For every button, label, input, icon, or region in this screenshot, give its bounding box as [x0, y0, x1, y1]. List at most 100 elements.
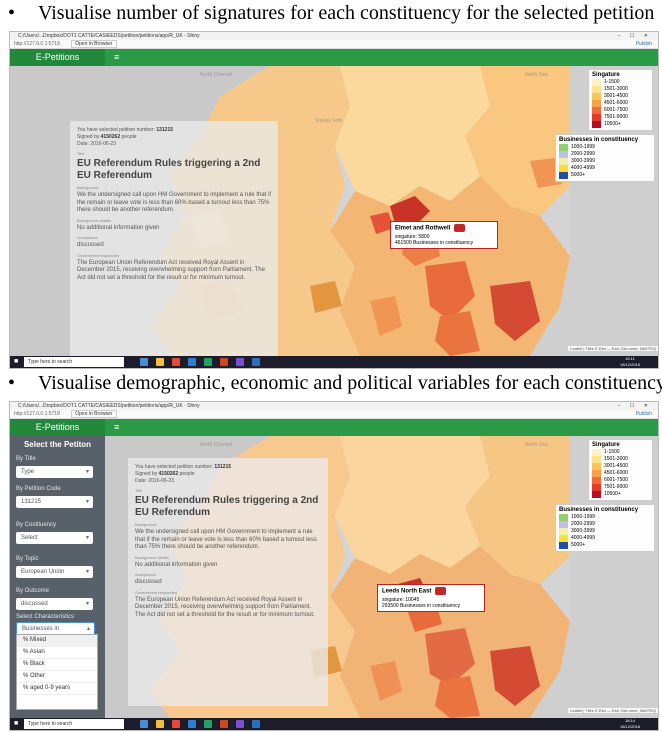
- app-brand[interactable]: E-Petitions: [10, 49, 105, 66]
- window-title: C:/Users/...Dropbox/DOT1 CATTE/CAS/EEDS/…: [18, 403, 200, 409]
- by-code-select[interactable]: 131215 ▾: [16, 496, 93, 508]
- background-tag: Background: [77, 185, 99, 190]
- petition-background: We the undersigned call upon HM Governme…: [135, 529, 317, 550]
- details-tag: Background details: [135, 554, 170, 560]
- window-controls[interactable]: – ☐ ✕: [618, 32, 652, 40]
- rstudio-icon[interactable]: [252, 358, 260, 366]
- sidebar-panel: Select the Petiton By Title Type ▾ By Pet…: [10, 436, 105, 718]
- bullet-text: Visualise number of signatures for each …: [38, 2, 655, 24]
- legend-swatch: [592, 114, 601, 121]
- rstudio-icon[interactable]: [252, 720, 260, 728]
- popup-businesses: 293500 Businesses in constituency: [382, 603, 461, 609]
- windows-start-icon[interactable]: ■: [14, 358, 22, 366]
- popup-header: Elmet and Rothwell: [395, 224, 493, 232]
- powerpoint-icon[interactable]: [220, 720, 228, 728]
- legend-row: 5000+: [559, 542, 651, 549]
- powerpoint-icon[interactable]: [220, 358, 228, 366]
- by-outcome-select[interactable]: discussed ▾: [16, 598, 93, 610]
- outcome-tag: Acceptance: [77, 235, 98, 240]
- by-outcome-label: By Outcome: [16, 588, 50, 594]
- dropdown-option[interactable]: % Asian: [17, 647, 97, 659]
- folder-icon[interactable]: [156, 720, 164, 728]
- taskbar-clock: 18:11 18/12/2018: [619, 356, 640, 367]
- legend-row: 6001-7500: [592, 477, 649, 484]
- app-icon[interactable]: [236, 358, 244, 366]
- title-tag: Title: [77, 151, 85, 156]
- response-tag: Government responded: [135, 589, 178, 595]
- popup-name: Leeds North East: [382, 588, 432, 595]
- dropdown-option[interactable]: % Mixed: [17, 635, 97, 647]
- legend-row: 7501-9000: [592, 484, 649, 491]
- by-constituency-select[interactable]: Select ▾: [16, 532, 93, 544]
- rstudio-title-bar: C:/Users/...Dropbox/DOT1 CATTE/CAS/EEDS/…: [10, 402, 658, 410]
- selected-line: You have selected petition number: 13121…: [135, 464, 232, 470]
- by-topic-select[interactable]: European Union ▾: [16, 566, 93, 578]
- legend-swatch: [592, 491, 601, 498]
- window-controls[interactable]: – ☐ ✕: [618, 402, 652, 410]
- legend-row: 3000-3999: [559, 158, 651, 165]
- legend-row: 4501-6000: [592, 100, 649, 107]
- map-attribution[interactable]: Leaflet | Tiles © Esri — Esri, DeLorme, …: [568, 346, 658, 351]
- background-tag: Background: [135, 522, 157, 527]
- dropdown-option[interactable]: % aged 0-9 years: [17, 683, 97, 695]
- excel-icon[interactable]: [204, 358, 212, 366]
- taskbar-search-input[interactable]: Type here to search: [24, 719, 124, 729]
- chrome-icon[interactable]: [172, 358, 180, 366]
- legend-row: 1000-1999: [559, 514, 651, 521]
- by-title-select[interactable]: Type ▾: [16, 466, 93, 478]
- word-icon[interactable]: [188, 358, 196, 366]
- word-icon[interactable]: [188, 720, 196, 728]
- menu-toggle-icon[interactable]: ≡: [114, 49, 119, 66]
- petition-outcome: discussed: [135, 579, 162, 585]
- map-attribution[interactable]: Leaflet | Tiles © Esri — Esri, DeLorme, …: [568, 708, 658, 713]
- legend-swatch: [559, 535, 568, 542]
- open-in-browser-button[interactable]: Open in Browser: [71, 40, 117, 48]
- taskbar-search-input[interactable]: Type here to search: [24, 357, 124, 367]
- signature-legend: Singature 1-1500 1501-3000 3001-4500 450…: [588, 439, 653, 501]
- flag-icon: [435, 587, 447, 595]
- legend-swatch: [592, 449, 601, 456]
- dropdown-option[interactable]: % Other: [17, 671, 97, 683]
- chrome-icon[interactable]: [172, 720, 180, 728]
- windows-start-icon[interactable]: ■: [14, 720, 22, 728]
- edge-icon[interactable]: [140, 720, 148, 728]
- legend-swatch: [559, 144, 568, 151]
- map-label: North Channel: [200, 72, 233, 78]
- app-icon[interactable]: [236, 720, 244, 728]
- excel-icon[interactable]: [204, 720, 212, 728]
- open-in-browser-button[interactable]: Open in Browser: [71, 410, 117, 418]
- bullet-item-signatures: • Visualise number of signatures for eac…: [0, 2, 662, 28]
- legend-swatch: [592, 456, 601, 463]
- legend-swatch: [559, 542, 568, 549]
- legend-row: 4000-4999: [559, 165, 651, 172]
- by-constituency-label: By Costituency: [16, 522, 57, 528]
- response-tag: Government responded: [77, 252, 120, 258]
- folder-icon[interactable]: [156, 358, 164, 366]
- legend-title: Businesses in constituency: [559, 137, 639, 143]
- publish-button[interactable]: Publish: [636, 40, 652, 48]
- legend-row: 10500+: [592, 491, 649, 498]
- legend-swatch: [559, 172, 568, 179]
- edge-icon[interactable]: [140, 358, 148, 366]
- by-title-label: By Title: [16, 456, 36, 462]
- legend-row: 4000-4999: [559, 535, 651, 542]
- legend-row: 7501-9000: [592, 114, 649, 121]
- legend-title: Singature: [592, 442, 620, 448]
- publish-button[interactable]: Publish: [636, 410, 652, 418]
- legend-swatch: [559, 514, 568, 521]
- legend-row: 2000-2999: [559, 521, 651, 528]
- by-topic-label: By Topic: [16, 556, 39, 562]
- bullet-item-demographics: • Visualise demographic, economic and po…: [0, 372, 662, 398]
- legend-row: 3001-4500: [592, 93, 649, 100]
- petition-response: The European Union Referendum Act receiv…: [135, 596, 315, 618]
- legend-row: 3000-3999: [559, 528, 651, 535]
- dropdown-option[interactable]: % Black: [17, 659, 97, 671]
- constituency-map[interactable]: North Channel North Sea Solway Firth You…: [10, 66, 658, 368]
- menu-toggle-icon[interactable]: ≡: [114, 419, 119, 436]
- petition-info-panel: You have selected petition number: 13121…: [128, 458, 328, 706]
- window-title: C:/Users/...Dropbox/DOT1 CATTE/CAS/EEDS/…: [18, 33, 200, 39]
- petition-response: The European Union Referendum Act receiv…: [77, 259, 265, 281]
- app-brand[interactable]: E-Petitions: [10, 419, 105, 436]
- constituency-map[interactable]: North Channel North Sea You have selecte…: [10, 436, 658, 718]
- business-legend: Businesses in constituency 1000-1999 200…: [555, 504, 655, 552]
